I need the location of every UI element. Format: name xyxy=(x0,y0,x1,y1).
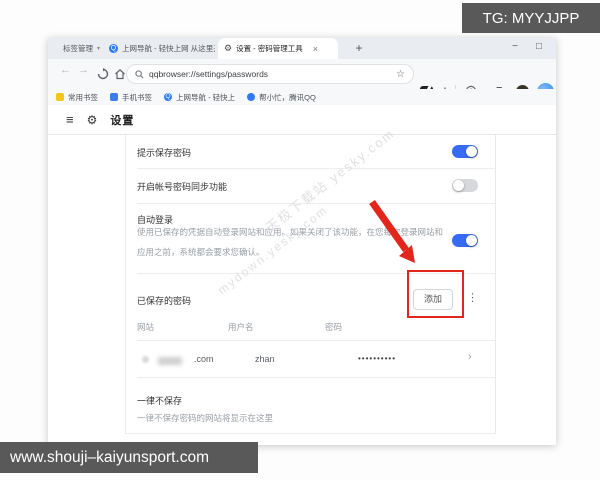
chevron-right-icon[interactable]: › xyxy=(468,351,472,363)
divider xyxy=(137,340,495,341)
never-saved-hint: 一律不保存密码的网站将显示在这里 xyxy=(137,413,274,423)
page-title: 设置 xyxy=(110,114,135,127)
maximize-button[interactable]: □ xyxy=(532,41,546,52)
gear-favicon-icon: ⚙ xyxy=(224,43,233,53)
site-watermark-badge: www.shouji–kaiyunsport.com xyxy=(0,442,258,473)
password-cell: •••••••••• xyxy=(358,354,397,363)
screenshot-stage: 标签管理 ▾ Q 上网导航 - 轻快上网 从这里开始 ⚙ 设置 - 密码管理工具… xyxy=(0,0,600,480)
chevron-down-icon: ▾ xyxy=(97,46,101,52)
column-password: 密码 xyxy=(325,322,343,332)
divider xyxy=(137,168,495,169)
q-logo-icon: Q xyxy=(164,93,172,101)
divider xyxy=(137,203,495,204)
site-favicon-blurred xyxy=(142,356,149,363)
bookmark-navigation[interactable]: Q 上网导航 - 轻快上 xyxy=(164,92,235,103)
bookmark-qq-help[interactable]: 帮小忙，腾讯QQ xyxy=(247,92,316,103)
sync-passwords-toggle[interactable] xyxy=(452,179,478,192)
bookmarks-bar: 常用书签 手机书签 Q 上网导航 - 轻快上 帮小忙，腾讯QQ xyxy=(48,89,556,105)
tab-settings-passwords[interactable]: ⚙ 设置 - 密码管理工具 × xyxy=(218,38,338,59)
bookmark-label: 上网导航 - 轻快上 xyxy=(176,92,236,102)
tab-title: 上网导航 - 轻快上网 从这里开始 xyxy=(122,44,215,53)
forward-icon[interactable]: → xyxy=(78,64,89,76)
sync-passwords-label: 开启帐号密码同步功能 xyxy=(137,182,228,192)
auto-login-description: 使用已保存的凭据自动登录网站和应用。如果关闭了该功能，在您每次登录网站和应用之前… xyxy=(137,227,444,257)
settings-gear-icon: ⚙ xyxy=(86,112,98,127)
bookmark-label: 常用书签 xyxy=(68,92,98,102)
sidebar-divider xyxy=(125,135,126,433)
settings-menu-icon[interactable]: ≡ xyxy=(66,112,74,127)
bookmark-star-icon[interactable]: ☆ xyxy=(396,69,405,80)
address-bar[interactable]: qqbrowser://settings/passwords ☆ xyxy=(126,64,414,84)
settings-header: ≡ ⚙ 设置 xyxy=(48,105,556,135)
tab-label-manager[interactable]: 标签管理 ▾ xyxy=(57,38,103,59)
tab-title: 标签管理 xyxy=(63,44,93,53)
bookmark-label: 帮小忙，腾讯QQ xyxy=(259,92,316,102)
site-name-blurred xyxy=(158,357,182,365)
auto-login-toggle[interactable] xyxy=(452,234,478,247)
bookmark-mobile[interactable]: 手机书签 xyxy=(110,92,152,103)
divider xyxy=(137,377,495,378)
url-text: qqbrowser://settings/passwords xyxy=(149,69,269,79)
browser-window: 标签管理 ▾ Q 上网导航 - 轻快上网 从这里开始 ⚙ 设置 - 密码管理工具… xyxy=(48,38,556,445)
new-tab-button[interactable]: + xyxy=(351,40,367,56)
prompt-save-password-label: 提示保存密码 xyxy=(137,148,192,158)
tg-watermark-badge: TG: MYYJJPP xyxy=(462,3,600,33)
column-username: 用户名 xyxy=(228,322,254,332)
home-icon[interactable] xyxy=(114,68,126,80)
search-icon xyxy=(135,69,144,79)
red-highlight-box xyxy=(407,270,464,318)
content-right-border xyxy=(495,135,496,433)
card-bottom-border xyxy=(125,433,496,434)
phone-bookmark-icon xyxy=(110,93,118,101)
qq-nav-favicon: Q xyxy=(109,44,118,53)
never-saved-title: 一律不保存 xyxy=(137,396,183,406)
close-tab-icon[interactable]: × xyxy=(313,44,318,54)
tab-title: 设置 - 密码管理工具 xyxy=(236,44,303,53)
bookmark-folder-icon xyxy=(56,93,64,101)
saved-passwords-title: 已保存的密码 xyxy=(137,296,192,306)
minimize-button[interactable]: − xyxy=(508,41,522,52)
tab-navigation[interactable]: Q 上网导航 - 轻快上网 从这里开始 xyxy=(103,38,215,59)
tab-strip: 标签管理 ▾ Q 上网导航 - 轻快上网 从这里开始 ⚙ 设置 - 密码管理工具… xyxy=(48,38,556,59)
site-cell: .com xyxy=(194,354,214,364)
browser-toolbar: ← → qqbrowser://settings/passwords ☆ xyxy=(48,59,556,100)
bookmark-label: 手机书签 xyxy=(122,92,152,102)
qq-penguin-icon xyxy=(247,93,256,101)
refresh-icon[interactable] xyxy=(97,68,109,80)
back-icon[interactable]: ← xyxy=(60,64,71,76)
prompt-save-password-toggle[interactable] xyxy=(452,145,478,158)
username-cell: zhan xyxy=(255,354,275,364)
bookmark-common[interactable]: 常用书签 xyxy=(56,92,98,103)
table-row[interactable]: .com zhan •••••••••• › xyxy=(137,346,495,376)
kebab-menu-icon[interactable]: ⋮ xyxy=(467,291,478,304)
column-site: 网站 xyxy=(137,322,155,332)
